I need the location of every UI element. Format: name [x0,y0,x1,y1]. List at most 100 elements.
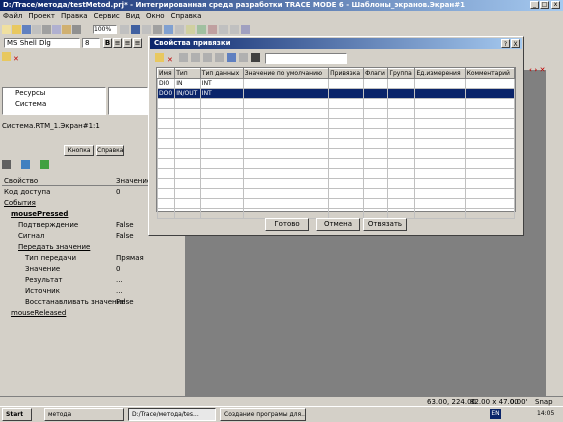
cell-name[interactable]: DO0 [156,88,176,99]
tree-item-resources[interactable]: Ресурсы [3,88,105,99]
property-row[interactable]: Источник... [2,286,185,297]
folder-icon[interactable] [2,52,11,61]
property-value[interactable]: ... [116,286,123,297]
minimize-button[interactable]: _ [530,1,539,9]
done-button[interactable]: Готово [265,218,309,231]
text-icon[interactable] [142,25,151,34]
align-center-button[interactable]: ≡ [123,38,132,48]
link-icon[interactable] [226,53,236,62]
property-value[interactable]: False [116,220,134,231]
cell-empty[interactable] [387,78,416,89]
paste-icon[interactable] [190,53,200,62]
line-icon[interactable] [175,25,184,34]
cell-empty[interactable] [328,78,365,89]
cell-empty[interactable] [242,78,330,89]
column-header[interactable]: Группа [387,68,416,79]
cell-empty[interactable] [328,88,365,99]
close-button[interactable]: x [551,1,560,9]
taskbar-item-folder[interactable]: метода [44,408,124,421]
cell-empty[interactable] [387,88,416,99]
taskbar-item-trace[interactable]: D:/Trace/метода/tes... [128,408,216,421]
property-row[interactable]: mouseReleased [2,308,185,319]
button-icon[interactable] [197,25,206,34]
events-icon[interactable] [21,160,30,169]
start-button[interactable]: Start [2,408,32,421]
cell-empty[interactable] [414,88,466,99]
dialog-close-button[interactable]: X [511,39,520,48]
nav-arrows-icon[interactable]: ‹ › ✕ [529,66,563,74]
tab-button[interactable]: Кнопка [64,145,94,156]
delete-icon[interactable]: ✕ [167,56,173,64]
menu-item[interactable]: Окно [143,12,168,20]
chart-icon[interactable] [186,25,195,34]
cell-dtype[interactable]: INT [199,78,244,89]
menu-item[interactable]: Проект [25,12,58,20]
tree-item-system[interactable]: Система [3,99,105,110]
new-icon[interactable] [2,25,11,34]
property-value[interactable]: ... [116,275,123,286]
menu-item[interactable]: Справка [168,12,205,20]
property-value[interactable]: False [116,297,134,308]
paste-icon[interactable] [62,25,71,34]
binoculars-icon[interactable] [250,53,260,62]
unbind-button[interactable]: Отвязать [363,218,407,231]
property-row[interactable]: Передать значение [2,242,185,253]
cell-empty[interactable] [363,78,389,89]
delete-icon[interactable]: ✕ [13,55,19,63]
menu-item[interactable]: Вид [123,12,143,20]
vertical-scrollbar[interactable] [545,70,563,400]
property-value[interactable]: False [116,231,134,242]
column-header[interactable]: Тип данных [199,68,244,79]
column-header[interactable]: Привязка [328,68,365,79]
font-name-select[interactable]: MS Shell Dlg [4,38,80,48]
undo-icon[interactable] [202,53,212,62]
property-value[interactable]: 0 [116,264,120,275]
image-icon[interactable] [164,25,173,34]
maximize-button[interactable]: □ [540,1,549,9]
save-icon[interactable] [22,25,31,34]
column-header[interactable]: Ед.измерения [414,68,466,79]
lang-indicator[interactable]: EN [490,409,501,419]
column-header[interactable]: Тип [174,68,201,79]
cell-type[interactable]: IN [174,78,201,89]
dialog-help-button[interactable]: ? [501,39,510,48]
rect-icon[interactable] [219,25,228,34]
cell-type[interactable]: IN/OUT [174,88,201,99]
table-icon[interactable] [208,25,217,34]
cell-empty[interactable] [242,88,330,99]
property-row[interactable]: Восстанавливать значение False [2,297,185,308]
property-value[interactable]: Прямая [116,253,144,264]
binding-row[interactable]: DO0 IN/OUT INT [156,88,516,99]
property-value[interactable]: 0 [116,187,120,198]
undo-icon[interactable] [72,25,81,34]
cell-empty[interactable] [464,88,516,99]
column-header[interactable]: Имя [156,68,176,79]
menu-item[interactable]: Правка [58,12,91,20]
bold-button[interactable]: B [103,38,112,48]
folder-icon[interactable] [155,53,164,62]
column-header[interactable]: Флаги [363,68,389,79]
column-header[interactable]: Значение по умолчанию [242,68,330,79]
align-left-button[interactable]: ≡ [113,38,122,48]
print-icon[interactable] [32,25,41,34]
cell-name[interactable]: DI0 [156,78,176,89]
menu-item[interactable]: Сервис [91,12,123,20]
taskbar-item-doc[interactable]: Создание програмы для... [220,408,306,421]
property-row[interactable]: Значение 0 [2,264,185,275]
open-icon[interactable] [12,25,21,34]
list-icon[interactable] [2,160,11,169]
filter-icon[interactable] [238,53,248,62]
cancel-button[interactable]: Отмена [316,218,360,231]
cell-dtype[interactable]: INT [199,88,244,99]
search-input[interactable] [265,53,348,64]
property-row[interactable]: Результат... [2,275,185,286]
column-header[interactable]: Комментарий [464,68,516,79]
select-icon[interactable] [120,25,129,34]
property-row[interactable]: Тип передачи Прямая [2,253,185,264]
copy-icon[interactable] [178,53,188,62]
tab-help[interactable]: Справка [96,145,124,156]
cut-icon[interactable] [42,25,51,34]
zoom-select[interactable]: 100% [93,25,117,34]
font-size-select[interactable]: 8 [82,38,100,48]
cell-empty[interactable] [464,78,516,89]
